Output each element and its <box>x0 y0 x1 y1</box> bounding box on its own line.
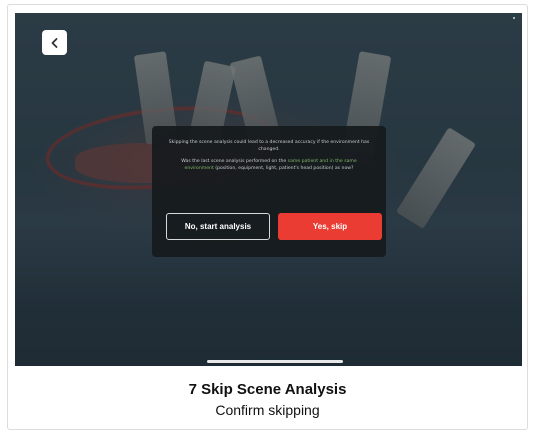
caption-title: 7 Skip Scene Analysis <box>188 381 347 398</box>
home-indicator[interactable] <box>207 360 343 363</box>
skip-confirmation-dialog: Skipping the scene analysis could lead t… <box>152 126 386 257</box>
dialog-button-row: No, start analysis Yes, skip <box>166 213 382 240</box>
chevron-left-icon <box>51 37 57 48</box>
question-prefix: Was the last scene analysis performed on… <box>181 159 288 164</box>
app-screen: Skipping the scene analysis could lead t… <box>15 13 522 366</box>
question-suffix: (position, equipment, light, patient's h… <box>213 166 354 171</box>
status-dot <box>513 17 515 19</box>
dialog-question: Was the last scene analysis performed on… <box>166 158 372 172</box>
dialog-warning-text: Skipping the scene analysis could lead t… <box>168 140 370 152</box>
caption-subtitle: Confirm skipping <box>215 402 320 418</box>
skip-button[interactable]: Yes, skip <box>278 213 382 240</box>
back-button[interactable] <box>42 30 67 55</box>
start-analysis-button[interactable]: No, start analysis <box>166 213 270 240</box>
